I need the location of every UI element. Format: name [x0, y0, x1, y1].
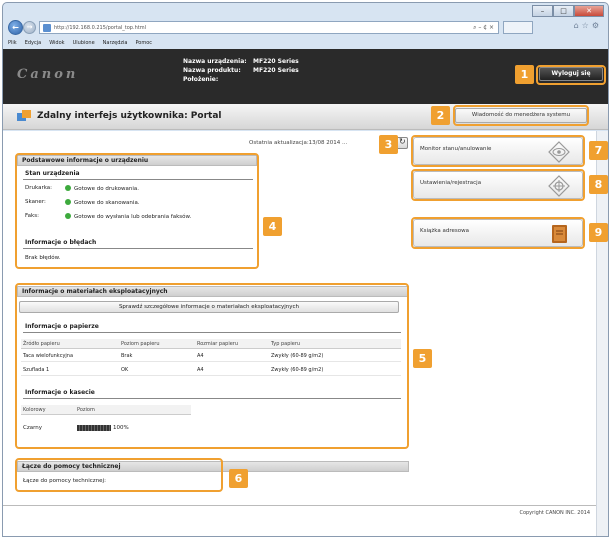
maximize-button[interactable]: □ — [553, 5, 574, 17]
browser-window: – □ ✕ ← → http://192.168.0.215/portal_to… — [2, 2, 609, 537]
page-title: Zdalny interfejs użytkownika: Portal — [37, 111, 222, 121]
highlight-consumables — [15, 283, 409, 449]
menu-help[interactable]: Pomoc — [135, 40, 152, 46]
menu-favorites[interactable]: Ulubione — [73, 40, 95, 46]
callout-6: 6 — [229, 469, 248, 488]
home-star-gear-icons[interactable]: ⌂☆⚙ — [574, 21, 602, 30]
product-name: MF220 Series — [253, 67, 299, 74]
menu-edit[interactable]: Edycja — [25, 40, 42, 46]
url-text: http://192.168.0.215/portal_top.html — [54, 24, 146, 31]
footer-divider — [3, 505, 608, 506]
navigation-bar: ← → http://192.168.0.215/portal_top.html… — [3, 19, 608, 37]
address-bar[interactable]: http://192.168.0.215/portal_top.html ⌕ –… — [39, 21, 499, 34]
product-name-label: Nazwa produktu: — [183, 67, 241, 74]
copyright: Copyright CANON INC. 2014 — [519, 510, 590, 516]
menu-file[interactable]: Plik — [8, 40, 17, 46]
minimize-button[interactable]: – — [532, 5, 553, 17]
highlight-logout — [536, 65, 606, 85]
forward-button[interactable]: → — [23, 21, 36, 34]
callout-9: 9 — [589, 223, 608, 242]
device-info: Nazwa urządzenia: MF220 Series Nazwa prod… — [183, 57, 299, 84]
window-buttons: – □ ✕ — [532, 5, 604, 17]
device-name: MF220 Series — [253, 58, 299, 65]
highlight-addressbook — [411, 217, 585, 249]
address-tools[interactable]: ⌕ – ¢ × — [473, 24, 494, 32]
callout-7: 7 — [589, 141, 608, 160]
menu-bar: Plik Edycja Widok Ulubione Narzędzia Pom… — [3, 38, 608, 48]
menu-tools[interactable]: Narzędzia — [103, 40, 128, 46]
highlight-settings — [411, 169, 585, 201]
canon-logo: Canon — [17, 67, 79, 82]
callout-1: 1 — [515, 65, 534, 84]
browser-tab[interactable] — [503, 21, 533, 34]
callout-5: 5 — [413, 349, 432, 368]
callout-3: 3 — [379, 135, 398, 154]
favicon-icon — [43, 23, 51, 32]
callout-8: 8 — [589, 175, 608, 194]
close-button[interactable]: ✕ — [574, 5, 604, 17]
location-label: Położenie: — [183, 76, 219, 83]
device-name-label: Nazwa urządzenia: — [183, 58, 247, 65]
last-updated: Ostatnia aktualizacja:13/08 2014 ... — [249, 140, 348, 146]
menu-view[interactable]: Widok — [49, 40, 64, 46]
highlight-support — [15, 458, 223, 492]
callout-2: 2 — [431, 106, 450, 125]
highlight-basic-info — [15, 153, 259, 269]
callout-4: 4 — [263, 217, 282, 236]
highlight-monitor — [411, 135, 585, 167]
main-content: Ostatnia aktualizacja:13/08 2014 ... Pod… — [3, 131, 608, 536]
back-button[interactable]: ← — [8, 20, 23, 35]
highlight-message — [453, 105, 589, 126]
portal-icon — [17, 110, 31, 121]
